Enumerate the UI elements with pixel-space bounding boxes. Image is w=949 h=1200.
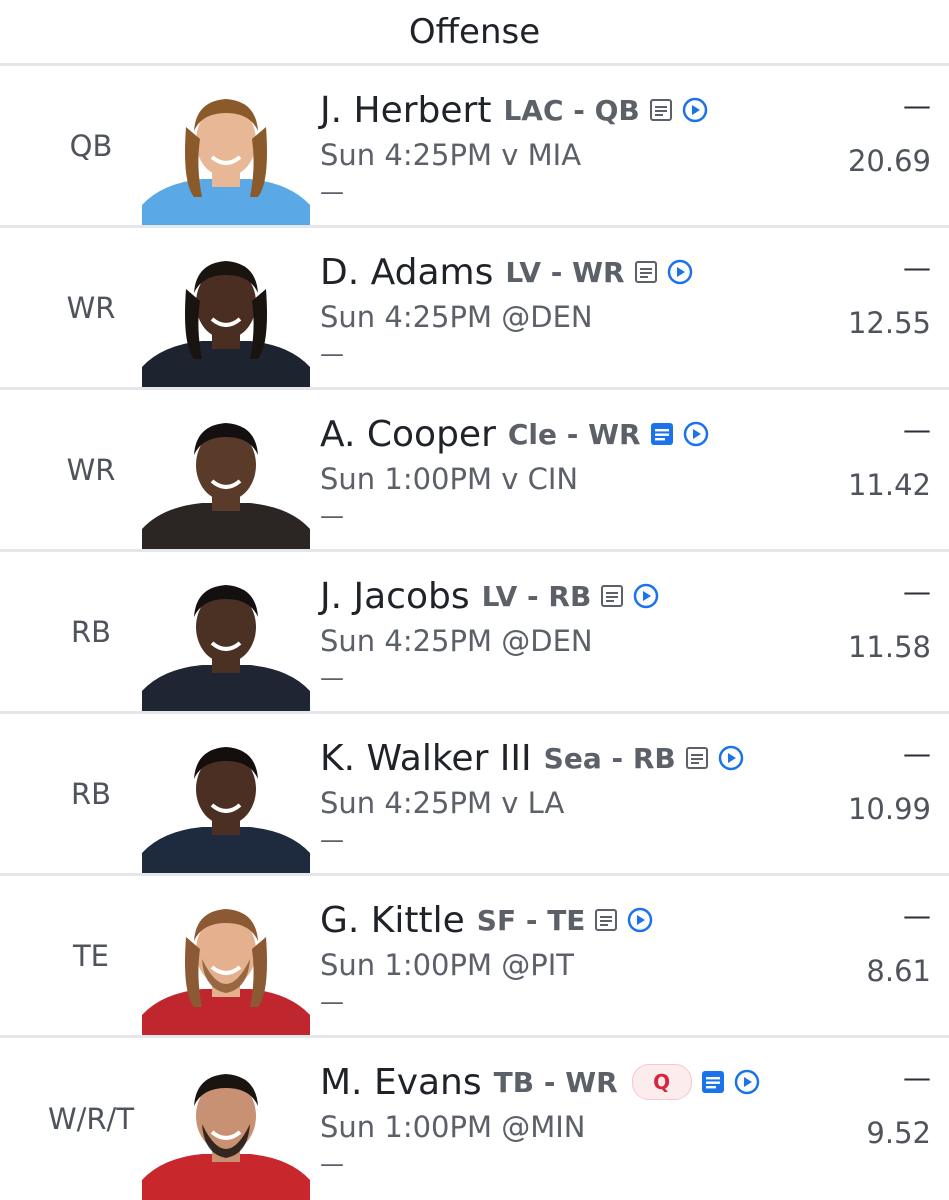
game-info: Sun 4:25PM @DEN — [320, 300, 593, 334]
player-name[interactable]: G. Kittle — [320, 900, 465, 941]
section-title: Offense — [408, 11, 541, 52]
projection: — 8.61 — [866, 899, 931, 989]
play-video-icon[interactable] — [683, 421, 709, 447]
play-video-icon[interactable] — [627, 907, 653, 933]
player-info: K. Walker III Sea - RB Sun 4:25PM v LA — — [320, 736, 769, 852]
player-note-icon[interactable] — [648, 97, 674, 123]
player-row[interactable]: WR A. Cooper Cle - WR Sun 1:00PM v CIN —… — [0, 390, 949, 552]
game-info: Sun 4:25PM v MIA — [320, 138, 582, 172]
player-row[interactable]: TE G. Kittle SF - TE Sun 1:00PM @PIT — —… — [0, 876, 949, 1038]
player-photo[interactable] — [142, 87, 310, 225]
player-row[interactable]: RB J. Jacobs LV - RB Sun 4:25PM @DEN — —… — [0, 552, 949, 714]
game-info: Sun 4:25PM @DEN — [320, 624, 593, 658]
player-info: D. Adams LV - WR Sun 4:25PM @DEN — — [320, 250, 769, 366]
player-photo[interactable] — [142, 735, 310, 873]
actual-points: — — [903, 899, 931, 932]
player-note-icon[interactable] — [684, 745, 710, 771]
stat-line: — — [320, 988, 344, 1016]
player-photo[interactable] — [142, 1062, 310, 1200]
projection: — 20.69 — [847, 89, 931, 179]
player-name[interactable]: D. Adams — [320, 252, 493, 293]
team-position: SF - TE — [476, 903, 586, 937]
player-name[interactable]: A. Cooper — [320, 414, 496, 455]
team-position: Sea - RB — [543, 741, 676, 775]
actual-points: — — [903, 575, 931, 608]
projection: — 10.99 — [847, 737, 931, 827]
player-info: M. Evans TB - WR Q Sun 1:00PM @MIN — — [320, 1060, 769, 1176]
actual-points: — — [903, 737, 931, 770]
stat-line: — — [320, 664, 344, 692]
actual-points: — — [903, 413, 931, 446]
actual-points: — — [903, 251, 931, 284]
player-photo[interactable] — [142, 249, 310, 387]
projected-points: 9.52 — [866, 1116, 931, 1150]
player-note-icon[interactable] — [593, 907, 619, 933]
projected-points: 11.42 — [847, 468, 931, 502]
player-photo[interactable] — [142, 897, 310, 1035]
player-photo[interactable] — [142, 573, 310, 711]
play-video-icon[interactable] — [667, 259, 693, 285]
stat-line: — — [320, 178, 344, 206]
game-info: Sun 1:00PM @MIN — [320, 1110, 586, 1144]
actual-points: — — [903, 1061, 931, 1094]
team-position: TB - WR — [493, 1065, 618, 1099]
player-name[interactable]: J. Herbert — [320, 90, 491, 131]
stat-line: — — [320, 826, 344, 854]
projected-points: 10.99 — [847, 792, 931, 826]
game-info: Sun 4:25PM v LA — [320, 786, 565, 820]
team-position: LV - RB — [481, 579, 592, 613]
player-photo[interactable] — [142, 411, 310, 549]
player-info: J. Herbert LAC - QB Sun 4:25PM v MIA — — [320, 88, 769, 204]
projection: — 11.42 — [847, 413, 931, 503]
projected-points: 20.69 — [847, 144, 931, 178]
player-name[interactable]: J. Jacobs — [320, 576, 470, 617]
stat-line: — — [320, 340, 344, 368]
player-list: QB J. Herbert LAC - QB Sun 4:25PM v MIA … — [0, 66, 949, 1200]
game-info: Sun 1:00PM @PIT — [320, 948, 574, 982]
projected-points: 12.55 — [847, 306, 931, 340]
player-info: G. Kittle SF - TE Sun 1:00PM @PIT — — [320, 898, 769, 1014]
actual-points: — — [903, 89, 931, 122]
section-header: Offense — [0, 0, 949, 66]
player-note-icon[interactable] — [649, 421, 675, 447]
player-note-icon[interactable] — [700, 1069, 726, 1095]
play-video-icon[interactable] — [734, 1069, 760, 1095]
play-video-icon[interactable] — [718, 745, 744, 771]
team-position: LAC - QB — [503, 93, 640, 127]
game-info: Sun 1:00PM v CIN — [320, 462, 579, 496]
player-row[interactable]: WR D. Adams LV - WR Sun 4:25PM @DEN — — … — [0, 228, 949, 390]
team-position: LV - WR — [505, 255, 625, 289]
team-position: Cle - WR — [507, 417, 641, 451]
player-info: A. Cooper Cle - WR Sun 1:00PM v CIN — — [320, 412, 769, 528]
projection: — 12.55 — [847, 251, 931, 341]
player-info: J. Jacobs LV - RB Sun 4:25PM @DEN — — [320, 574, 769, 690]
player-note-icon[interactable] — [633, 259, 659, 285]
stat-line: — — [320, 502, 344, 530]
player-row[interactable]: RB K. Walker III Sea - RB Sun 4:25PM v L… — [0, 714, 949, 876]
status-badge[interactable]: Q — [631, 1064, 692, 1100]
stat-line: — — [320, 1150, 344, 1178]
play-video-icon[interactable] — [682, 97, 708, 123]
player-name[interactable]: M. Evans — [320, 1062, 482, 1103]
projection: — 9.52 — [866, 1061, 931, 1151]
projected-points: 11.58 — [847, 630, 931, 664]
play-video-icon[interactable] — [633, 583, 659, 609]
projected-points: 8.61 — [866, 954, 931, 988]
player-row[interactable]: W/R/T M. Evans TB - WR Q Sun 1:00PM @MIN… — [0, 1038, 949, 1200]
player-row[interactable]: QB J. Herbert LAC - QB Sun 4:25PM v MIA … — [0, 66, 949, 228]
projection: — 11.58 — [847, 575, 931, 665]
player-name[interactable]: K. Walker III — [320, 738, 532, 779]
player-note-icon[interactable] — [599, 583, 625, 609]
